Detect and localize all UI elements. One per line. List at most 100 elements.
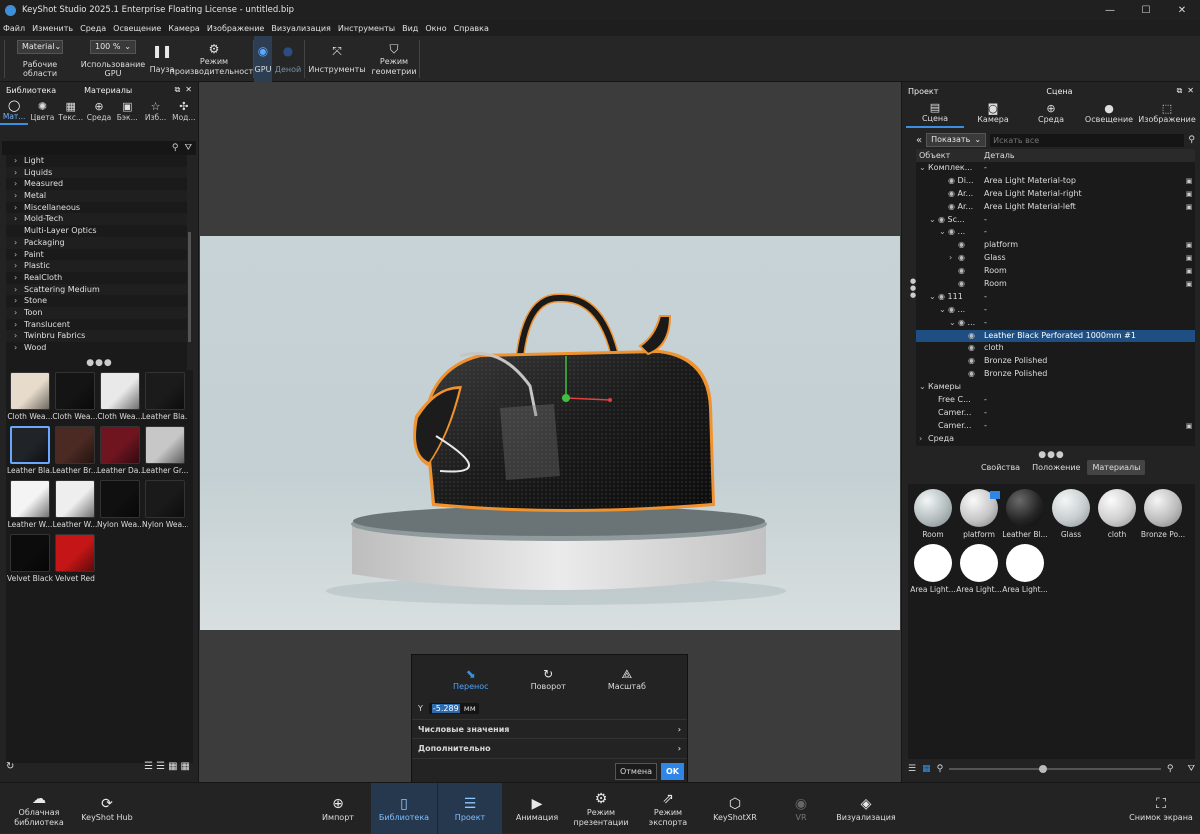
scene-material-ball[interactable]: Area Light... bbox=[1002, 544, 1048, 599]
splitter-handle[interactable]: ●●● bbox=[902, 450, 1200, 460]
close-panel-icon[interactable]: ✕ bbox=[1187, 86, 1194, 96]
eye-icon[interactable]: ◉ bbox=[958, 318, 968, 327]
menu-view[interactable]: Вид bbox=[402, 24, 418, 33]
library-tab-6[interactable]: ✣ Мод... bbox=[170, 97, 198, 125]
rendered-scene[interactable] bbox=[200, 236, 900, 630]
tree-item[interactable]: › Stone bbox=[6, 295, 187, 307]
bottom-button-3[interactable]: ▯ Библиотека bbox=[371, 783, 437, 834]
tree-item[interactable]: › Miscellaneous bbox=[6, 202, 187, 214]
material-thumbnail[interactable]: Cloth Wea... bbox=[97, 372, 143, 426]
search-icon[interactable]: ⚲ bbox=[1188, 135, 1195, 145]
bottom-button-8[interactable]: ⬡ KeyShotXR bbox=[706, 783, 764, 834]
menu-image[interactable]: Изображение bbox=[207, 24, 265, 33]
geometry-mode-button[interactable]: ⛉ Режим геометрии bbox=[370, 36, 418, 82]
library-tab-1[interactable]: ✺ Цвета bbox=[28, 97, 56, 125]
duffel-bag[interactable] bbox=[413, 293, 715, 512]
material-thumbnail[interactable]: Leather W... bbox=[53, 480, 97, 534]
eye-icon[interactable]: ◉ bbox=[948, 176, 958, 185]
popout-icon[interactable]: ⧉ bbox=[175, 85, 181, 95]
workspace-dropdown[interactable]: Material ⌄ bbox=[17, 40, 63, 54]
popout-icon[interactable]: ⧉ bbox=[1177, 86, 1183, 96]
menu-help[interactable]: Справка bbox=[454, 24, 489, 33]
scene-tree-row[interactable]: ◉ Bronze Polished bbox=[916, 368, 1195, 381]
refresh-icon[interactable]: ↻ bbox=[6, 761, 14, 772]
scene-tree-row[interactable]: ◉ platform ▣ bbox=[916, 239, 1195, 252]
tree-item[interactable]: › Plastic bbox=[6, 260, 187, 272]
bottom-button-0[interactable]: ☁ Облачная библиотека bbox=[8, 783, 70, 834]
close-icon[interactable]: ✕ bbox=[1164, 5, 1200, 16]
tree-item[interactable]: › Paint bbox=[6, 249, 187, 261]
scene-tree-row[interactable]: Camer... - bbox=[916, 407, 1195, 420]
tree-chevron-icon[interactable]: › bbox=[919, 433, 928, 446]
scene-tree-row[interactable]: › Среда bbox=[916, 433, 1195, 446]
library-search[interactable]: ⚲ ⛛ bbox=[2, 141, 196, 155]
scene-tree-row[interactable]: ⌄ ◉ Sc... - bbox=[916, 214, 1195, 227]
pedestal[interactable] bbox=[351, 506, 767, 590]
menu-environment[interactable]: Среда bbox=[80, 24, 106, 33]
maximize-icon[interactable]: ☐ bbox=[1128, 5, 1164, 16]
zoom-in-icon[interactable]: ⚲ bbox=[1167, 764, 1174, 774]
scene-material-ball[interactable]: cloth bbox=[1094, 489, 1140, 544]
eye-icon[interactable]: ◉ bbox=[938, 292, 948, 301]
material-thumbnail[interactable]: Leather Bla... bbox=[7, 426, 53, 480]
scene-tree-row[interactable]: ⌄ ◉ 111- bbox=[916, 291, 1195, 304]
material-thumbnail[interactable]: Velvet Black bbox=[7, 534, 53, 588]
scene-tree-row[interactable]: ◉ Room ▣ bbox=[916, 265, 1195, 278]
scene-material-ball[interactable]: Room bbox=[910, 489, 956, 544]
material-thumbnail[interactable]: Nylon Wea... bbox=[142, 480, 188, 534]
scene-tree-row[interactable]: ◉ Bronze Polished bbox=[916, 355, 1195, 368]
scene-tree-row[interactable]: ◉ Leather Black Perforated 1000mm #1 bbox=[916, 329, 1195, 343]
zoom-out-icon[interactable]: ⚲ bbox=[937, 764, 944, 774]
thumbnail-size-slider[interactable] bbox=[949, 765, 1161, 773]
menu-lighting[interactable]: Освещение bbox=[113, 24, 161, 33]
eye-icon[interactable]: ◉ bbox=[958, 253, 965, 262]
eye-icon[interactable]: ◉ bbox=[948, 305, 958, 314]
scene-material-ball[interactable]: Area Light... bbox=[956, 544, 1002, 599]
tree-item[interactable]: › RealCloth bbox=[6, 272, 187, 284]
eye-icon[interactable]: ◉ bbox=[938, 215, 948, 224]
eye-icon[interactable]: ◉ bbox=[948, 202, 958, 211]
library-tab-5[interactable]: ☆ Изб... bbox=[141, 97, 169, 125]
scene-tree-row[interactable]: ⌄ Комплек... - bbox=[916, 162, 1195, 175]
bottom-button-4[interactable]: ☰ Проект bbox=[438, 783, 502, 834]
bottom-button-6[interactable]: ⚙ Режим презентации bbox=[568, 783, 634, 834]
menu-window[interactable]: Окно bbox=[425, 24, 446, 33]
gpu-usage-dropdown[interactable]: 100 % ⌄ bbox=[90, 40, 136, 54]
material-thumbnail[interactable]: Leather Gr... bbox=[142, 426, 188, 480]
collapse-all-icon[interactable]: « bbox=[916, 135, 922, 146]
library-tab-0[interactable]: ◯ Мат... bbox=[0, 97, 29, 125]
close-panel-icon[interactable]: ✕ bbox=[185, 85, 192, 95]
material-thumbnail[interactable]: Leather Br... bbox=[52, 426, 98, 480]
tree-item[interactable]: › Wood bbox=[6, 342, 187, 354]
tree-item[interactable]: › Measured bbox=[6, 178, 187, 190]
project-tab-1[interactable]: ◙ Камера bbox=[964, 98, 1022, 128]
transform-mode-0[interactable]: ⬊ Перенос bbox=[453, 666, 488, 691]
list-view-icon[interactable]: ☰ bbox=[908, 764, 916, 774]
subtab-2[interactable]: Материалы bbox=[1087, 460, 1146, 475]
subtab-0[interactable]: Свойства bbox=[976, 460, 1025, 475]
tools-button[interactable]: ⤧ Инструменты bbox=[306, 36, 368, 82]
scene-tree-row[interactable]: ◉ Ar... Area Light Material-right ▣ bbox=[916, 188, 1195, 201]
tree-chevron-icon[interactable]: ⌄ bbox=[939, 304, 948, 317]
scene-tree-row[interactable]: Free C... - bbox=[916, 394, 1195, 407]
tree-item[interactable]: › Translucent bbox=[6, 319, 187, 331]
tree-chevron-icon[interactable]: ⌄ bbox=[929, 291, 938, 304]
performance-mode-button[interactable]: ⚙ Режим производительности bbox=[170, 36, 259, 82]
menu-file[interactable]: Файл bbox=[3, 24, 25, 33]
render-viewport[interactable]: ⬊ Перенос ↻ Поворот ⟁ Масштаб Y -5.289 мм Чис… bbox=[199, 82, 901, 783]
cancel-button[interactable]: Отмена bbox=[614, 763, 657, 780]
tree-item[interactable]: › Twinbru Fabrics bbox=[6, 330, 187, 342]
bottom-button-11[interactable]: ⛶ Снимок экрана bbox=[1128, 783, 1194, 834]
bottom-button-2[interactable]: ⊕ Импорт bbox=[311, 783, 365, 834]
eye-icon[interactable]: ◉ bbox=[968, 369, 975, 378]
denoise-toggle[interactable]: ● Деной bbox=[274, 36, 302, 82]
grid-view-icon[interactable]: ▦ bbox=[922, 764, 931, 774]
scene-material-ball[interactable]: Leather Bl... bbox=[1002, 489, 1048, 544]
slider-handle[interactable] bbox=[1039, 765, 1048, 773]
tree-scrollbar[interactable] bbox=[188, 232, 191, 342]
project-tab-3[interactable]: ● Освещение bbox=[1080, 98, 1138, 128]
tree-item[interactable]: › Scattering Medium bbox=[6, 283, 187, 296]
search-icon[interactable]: ⚲ bbox=[172, 143, 179, 153]
tree-item[interactable]: Multi-Layer Optics bbox=[6, 225, 187, 237]
project-tab-0[interactable]: ▤ Сцена bbox=[906, 98, 964, 128]
